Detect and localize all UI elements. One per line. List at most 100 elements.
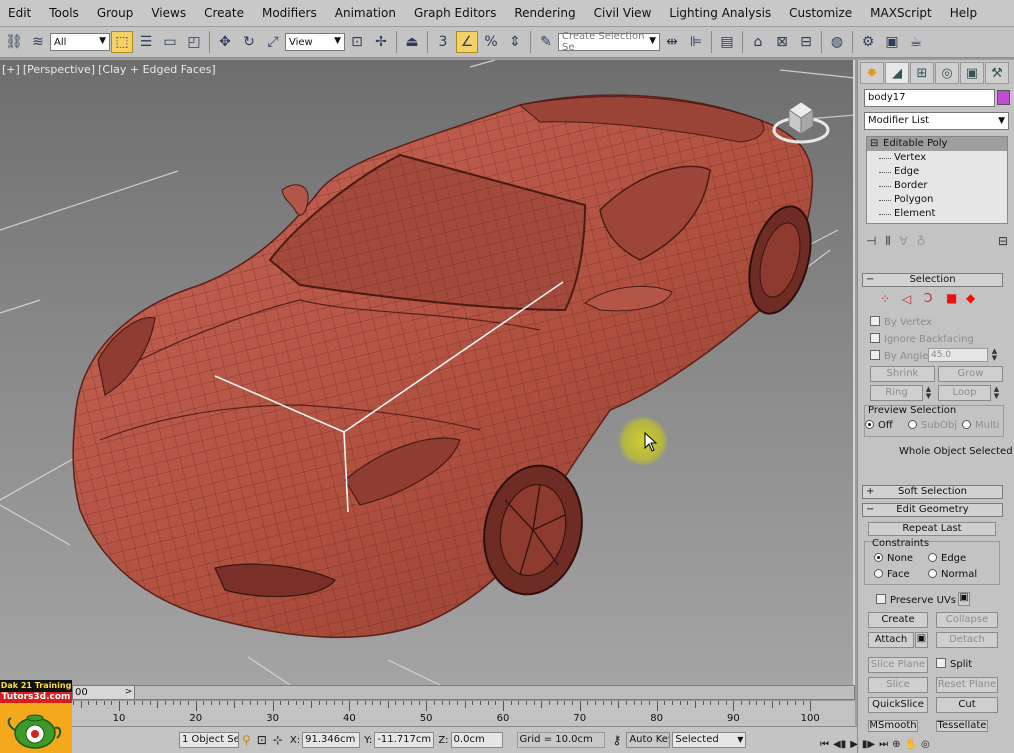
border-mode-icon[interactable]: Ↄ — [924, 291, 932, 305]
select-by-name-icon[interactable]: ☰ — [135, 31, 157, 53]
repeat-last-button[interactable]: Repeat Last — [868, 522, 996, 536]
preview-multi-radio[interactable]: Multi — [962, 420, 999, 432]
stack-item-editable-poly[interactable]: Editable Poly — [867, 137, 1007, 151]
menu-create[interactable]: Create — [195, 6, 253, 20]
rotate-icon[interactable]: ↻ — [238, 31, 260, 53]
stack-item-border[interactable]: Border — [867, 179, 1007, 193]
align-icon[interactable]: ⊫ — [685, 31, 707, 53]
shrink-button[interactable]: Shrink — [870, 366, 935, 382]
soft-selection-rollout-header[interactable]: + Soft Selection — [862, 485, 1003, 499]
schematic-view-icon[interactable]: ⊟ — [795, 31, 817, 53]
cut-button[interactable]: Cut — [936, 697, 998, 713]
edit-geometry-rollout-header[interactable]: − Edit Geometry — [862, 503, 1003, 517]
rendered-frame-window-icon[interactable]: ▣ — [881, 31, 903, 53]
edit-named-selection-icon[interactable]: ✎ — [535, 31, 557, 53]
hierarchy-tab-icon[interactable]: ⊞ — [910, 62, 934, 84]
key-filter-dropdown[interactable]: Selected ▼ — [672, 732, 747, 748]
modify-tab-icon[interactable]: ◢ — [885, 62, 909, 84]
utilities-tab-icon[interactable]: ⚒ — [985, 62, 1009, 84]
slice-plane-button[interactable]: Slice Plane — [868, 657, 928, 673]
move-icon[interactable]: ✥ — [214, 31, 236, 53]
by-vertex-checkbox[interactable]: By Vertex — [870, 316, 932, 329]
y-coordinate-field[interactable]: -11.717cm — [374, 732, 435, 748]
quickslice-button[interactable]: QuickSlice — [868, 697, 928, 713]
tessellate-button[interactable]: Tessellate — [936, 720, 988, 732]
named-selection-input[interactable]: Create Selection Se ▼ — [558, 31, 660, 53]
render-production-icon[interactable]: ☕ — [905, 31, 927, 53]
lock-selection-icon[interactable]: ⚲ — [242, 733, 251, 747]
angle-spinner-arrows[interactable]: ▲ ▼ — [990, 348, 999, 362]
make-unique-icon[interactable]: ∀ — [900, 234, 908, 248]
rectangular-region-icon[interactable]: ▭ — [159, 31, 181, 53]
percent-snap-icon[interactable]: % — [480, 31, 502, 53]
select-object-icon[interactable]: ⬚ — [111, 31, 133, 53]
loop-button[interactable]: Loop — [938, 385, 991, 401]
curve-editor-icon[interactable]: ⊠ — [771, 31, 793, 53]
ring-spinner-arrows[interactable]: ▲ ▼ — [924, 386, 933, 400]
menu-tools[interactable]: Tools — [40, 6, 88, 20]
remove-modifier-icon[interactable]: ♁ — [917, 234, 926, 248]
viewcube[interactable] — [771, 90, 831, 145]
bind-space-warp-icon[interactable]: ≋ — [27, 31, 49, 53]
stack-item-edge[interactable]: Edge — [867, 165, 1007, 179]
track-bar[interactable]: 10 20 30 40 50 60 70 80 90 100 — [72, 701, 855, 727]
time-slider[interactable]: 00 > — [72, 685, 855, 700]
material-editor-icon[interactable]: ◍ — [826, 31, 848, 53]
attach-list-icon[interactable]: ▣ — [915, 632, 928, 648]
link-icon[interactable]: ⛓ — [3, 31, 25, 53]
constraint-edge-radio[interactable]: Edge — [928, 553, 966, 565]
edge-mode-icon[interactable]: ◁ — [902, 292, 911, 306]
mirror-icon[interactable]: ⇹ — [661, 31, 683, 53]
viewport-menu-plus[interactable]: [+] — [2, 63, 20, 76]
preview-subobj-radio[interactable]: SubObj — [908, 420, 957, 432]
layer-manager-icon[interactable]: ▤ — [716, 31, 738, 53]
keyboard-shortcut-override-icon[interactable]: ⏏ — [401, 31, 423, 53]
create-tab-icon[interactable]: ✸ — [860, 62, 884, 84]
pan-icon[interactable]: ✋ — [905, 739, 917, 750]
viewport-shading-label[interactable]: [Clay + Edged Faces] — [98, 63, 216, 76]
viewport-view-label[interactable]: [Perspective] — [23, 63, 95, 76]
zoom-icon[interactable]: ⊕ — [892, 739, 900, 750]
next-frame-icon[interactable]: ▮▶ — [862, 739, 875, 750]
grow-button[interactable]: Grow — [938, 366, 1003, 382]
constraint-face-radio[interactable]: Face — [874, 569, 910, 581]
modifier-list-dropdown[interactable]: Modifier List ▼ — [864, 112, 1009, 130]
vertex-mode-icon[interactable]: ⁘ — [880, 292, 890, 306]
auto-key-button[interactable]: Auto Key — [626, 732, 671, 748]
perspective-viewport[interactable]: [+] [Perspective] [Clay + Edged Faces] — [0, 60, 855, 685]
menu-civil-view[interactable]: Civil View — [585, 6, 661, 20]
by-angle-checkbox[interactable]: By Angle: — [870, 350, 932, 363]
menu-views[interactable]: Views — [142, 6, 195, 20]
menu-modifiers[interactable]: Modifiers — [253, 6, 326, 20]
menu-group[interactable]: Group — [88, 6, 143, 20]
motion-tab-icon[interactable]: ◎ — [935, 62, 959, 84]
split-checkbox[interactable]: Split — [936, 658, 972, 671]
preview-off-radio[interactable]: Off — [865, 420, 893, 432]
x-coordinate-field[interactable]: 91.346cm — [302, 732, 361, 748]
slice-button[interactable]: Slice — [868, 677, 928, 693]
spinner-snap-icon[interactable]: ⇕ — [504, 31, 526, 53]
orbit-icon[interactable]: ◎ — [921, 739, 930, 750]
isolate-selection-icon[interactable]: ⊡ — [257, 733, 267, 747]
attach-button[interactable]: Attach — [868, 632, 914, 648]
create-button[interactable]: Create — [868, 612, 928, 628]
menu-help[interactable]: Help — [941, 6, 986, 20]
manipulate-icon[interactable]: ✢ — [370, 31, 392, 53]
loop-spinner-arrows[interactable]: ▲ ▼ — [992, 386, 1001, 400]
go-to-start-icon[interactable]: ⏮ — [820, 739, 829, 750]
previous-frame-icon[interactable]: ◀▮ — [833, 739, 846, 750]
menu-edit[interactable]: Edit — [0, 6, 40, 20]
next-frame-button[interactable]: > — [123, 686, 134, 699]
preserve-uvs-settings-icon[interactable]: ▣ — [958, 592, 970, 606]
msmooth-button[interactable]: MSmooth — [868, 720, 918, 732]
window-crossing-icon[interactable]: ◰ — [183, 31, 205, 53]
absolute-mode-icon[interactable]: ⊹ — [273, 733, 283, 747]
selection-rollout-header[interactable]: − Selection — [862, 273, 1003, 287]
pin-stack-icon[interactable]: ⊣ — [866, 234, 876, 248]
ignore-backfacing-checkbox[interactable]: Ignore Backfacing — [870, 333, 974, 346]
graphite-ribbon-icon[interactable]: ⌂ — [747, 31, 769, 53]
constraint-none-radio[interactable]: None — [874, 553, 913, 565]
snaps-toggle-icon[interactable]: 3 — [432, 31, 454, 53]
key-icon[interactable]: ⚷ — [613, 733, 622, 747]
reset-plane-button[interactable]: Reset Plane — [936, 677, 998, 693]
